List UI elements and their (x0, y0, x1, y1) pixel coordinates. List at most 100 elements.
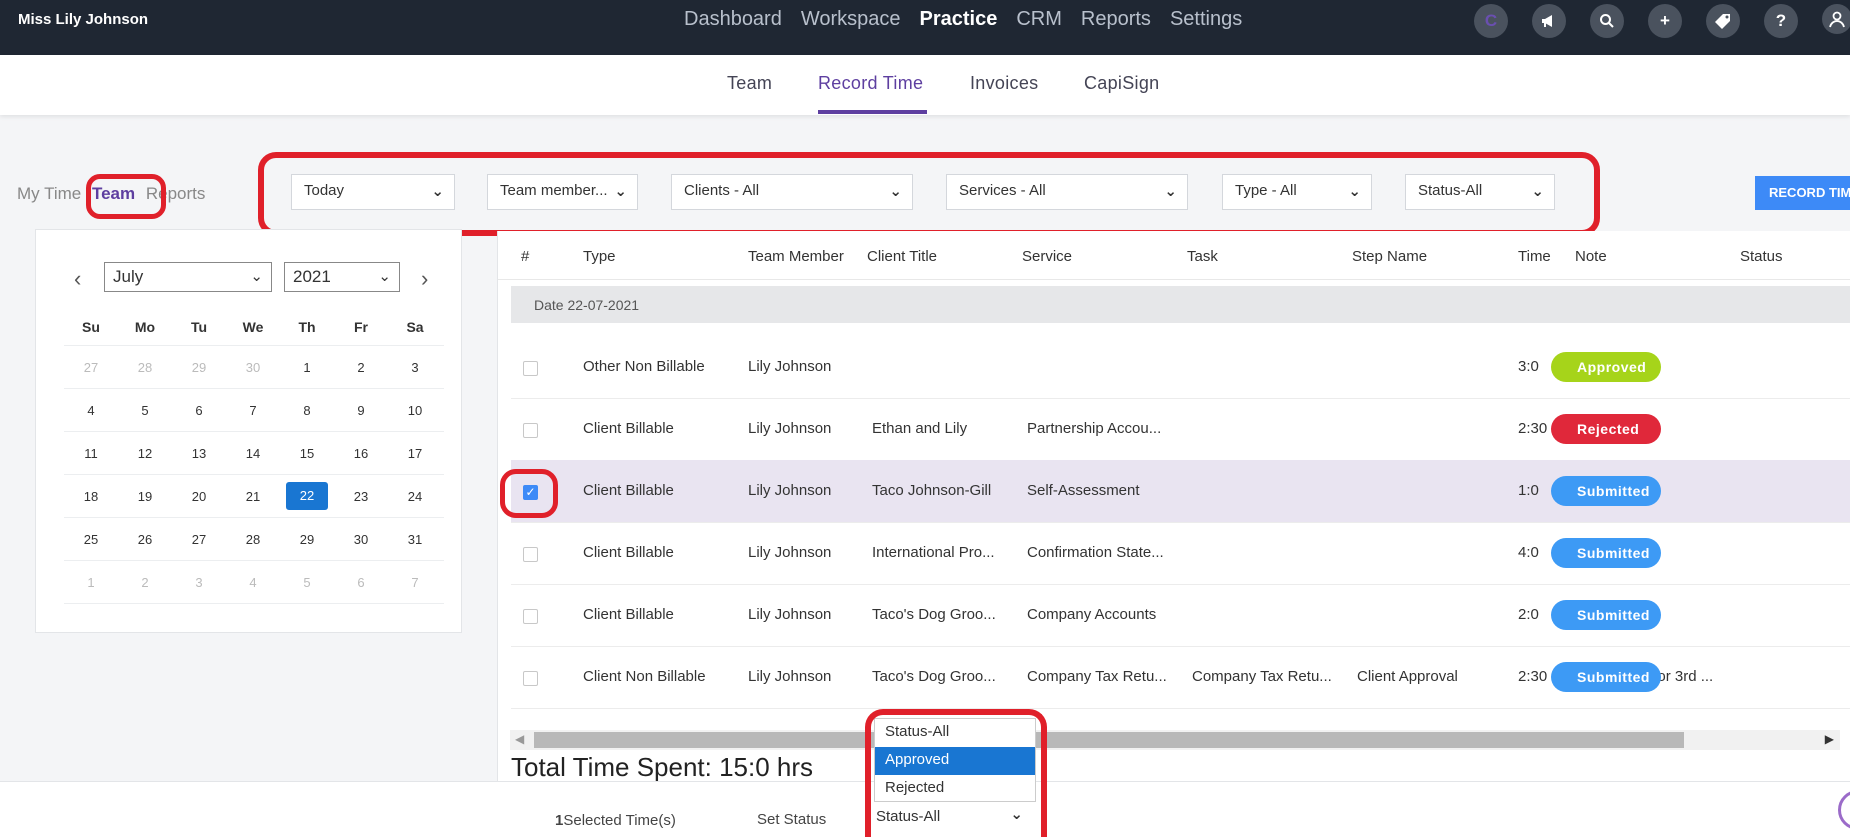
help-icon[interactable]: ? (1764, 4, 1798, 38)
scroll-thumb[interactable] (534, 732, 1684, 748)
row-checkbox[interactable] (523, 671, 538, 686)
calendar-week: 1 2 3 4 5 6 7 (64, 561, 444, 604)
record-time-button[interactable]: RECORD TIME (1755, 176, 1850, 210)
calendar-day[interactable]: 10 (388, 403, 442, 418)
calendar-day[interactable]: 26 (118, 532, 172, 547)
calendar-day-number: 20 (191, 488, 207, 504)
calendar-day[interactable]: 22 (280, 482, 334, 510)
tab-capisign[interactable]: CapiSign (1084, 73, 1159, 94)
year-select[interactable]: 2021 ⌄ (284, 262, 400, 292)
table-header: # Type Team Member Client Title Service … (498, 231, 1850, 280)
month-select[interactable]: July ⌄ (104, 262, 272, 292)
nav-workspace[interactable]: Workspace (801, 8, 901, 31)
calendar-day[interactable]: 13 (172, 446, 226, 461)
tab-invoices[interactable]: Invoices (970, 73, 1038, 94)
capium-logo-icon[interactable]: C (1474, 4, 1508, 38)
table-row[interactable]: Client Billable Lily Johnson Taco's Dog Gr… (511, 584, 1850, 647)
calendar-day[interactable]: 16 (334, 446, 388, 461)
horizontal-scrollbar[interactable]: ◀ ▶ (510, 730, 1840, 750)
table-row[interactable]: Client Billable Lily Johnson Ethan and Lil… (511, 398, 1850, 461)
scroll-left-icon[interactable]: ◀ (515, 732, 524, 746)
calendar-day[interactable]: 7 (388, 575, 442, 590)
type-value: Type - All (1235, 182, 1297, 199)
calendar-day[interactable]: 12 (118, 446, 172, 461)
calendar-day-number: 5 (303, 574, 311, 590)
period-select[interactable]: Today ⌄ (291, 174, 455, 210)
calendar-day[interactable]: 21 (226, 489, 280, 504)
calendar-day[interactable]: 2 (118, 575, 172, 590)
calendar-day[interactable]: 3 (388, 360, 442, 375)
table-row[interactable]: ✓ Client Billable Lily Johnson Taco Johnson… (511, 460, 1850, 523)
prev-month-icon[interactable]: ‹ (74, 266, 81, 292)
calendar-day[interactable]: 14 (226, 446, 280, 461)
scroll-right-icon[interactable]: ▶ (1825, 732, 1834, 746)
services-select[interactable]: Services - All ⌄ (946, 174, 1188, 210)
row-team-member: Lily Johnson (748, 606, 832, 623)
calendar-day[interactable]: 27 (64, 360, 118, 375)
calendar-day-number: 22 (286, 482, 328, 510)
calendar-day[interactable]: 27 (172, 532, 226, 547)
calendar-day[interactable]: 4 (64, 403, 118, 418)
row-type: Client Billable (583, 544, 674, 561)
calendar-day[interactable]: 29 (172, 360, 226, 375)
clients-select[interactable]: Clients - All ⌄ (671, 174, 913, 210)
calendar-day[interactable]: 6 (172, 403, 226, 418)
calendar-day[interactable]: 20 (172, 489, 226, 504)
status-filter-select[interactable]: Status-All ⌄ (1405, 174, 1555, 210)
calendar-day[interactable]: 5 (280, 575, 334, 590)
calendar-day[interactable]: 18 (64, 489, 118, 504)
calendar-day[interactable]: 15 (280, 446, 334, 461)
nav-settings[interactable]: Settings (1170, 8, 1242, 31)
calendar-day[interactable]: 3 (172, 575, 226, 590)
calendar-day[interactable]: 8 (280, 403, 334, 418)
table-row[interactable]: Other Non BillableLily Johnson3:0AdminAp… (511, 336, 1850, 399)
row-checkbox[interactable] (523, 423, 538, 438)
row-checkbox[interactable] (523, 547, 538, 562)
megaphone-icon[interactable] (1532, 4, 1566, 38)
calendar-day[interactable]: 24 (388, 489, 442, 504)
user-name[interactable]: Miss Lily Johnson (18, 11, 148, 28)
calendar-day[interactable]: 28 (118, 360, 172, 375)
plus-icon[interactable]: + (1648, 4, 1682, 38)
tag-icon[interactable] (1706, 4, 1740, 38)
row-checkbox[interactable] (523, 609, 538, 624)
calendar-day-number: 28 (137, 359, 153, 375)
user-icon[interactable] (1822, 4, 1850, 34)
tab-record-time[interactable]: Record Time (818, 73, 923, 94)
row-checkbox[interactable] (523, 361, 538, 376)
calendar-day[interactable]: 19 (118, 489, 172, 504)
calendar-day[interactable]: 11 (64, 446, 118, 461)
calendar-day[interactable]: 4 (226, 575, 280, 590)
next-month-icon[interactable]: › (421, 266, 428, 292)
tab-team[interactable]: Team (727, 73, 772, 94)
nav-practice[interactable]: Practice (920, 8, 998, 31)
calendar-day[interactable]: 17 (388, 446, 442, 461)
calendar-day[interactable]: 23 (334, 489, 388, 504)
tab-my-time[interactable]: My Time (17, 184, 81, 203)
type-select[interactable]: Type - All ⌄ (1222, 174, 1372, 210)
calendar-day[interactable]: 6 (334, 575, 388, 590)
nav-reports[interactable]: Reports (1081, 8, 1151, 31)
calendar-day[interactable]: 31 (388, 532, 442, 547)
calendar-day-number: 3 (411, 359, 419, 375)
row-service: Company Tax Retu... (1027, 668, 1167, 685)
calendar-day[interactable]: 1 (64, 575, 118, 590)
nav-dashboard[interactable]: Dashboard (684, 8, 782, 31)
calendar-day[interactable]: 30 (226, 360, 280, 375)
selected-count: 1Selected Time(s) (555, 812, 676, 829)
calendar-day[interactable]: 5 (118, 403, 172, 418)
calendar-day[interactable]: 25 (64, 532, 118, 547)
calendar-day[interactable]: 1 (280, 360, 334, 375)
calendar-day[interactable]: 2 (334, 360, 388, 375)
calendar-day[interactable]: 7 (226, 403, 280, 418)
calendar-day[interactable]: 30 (334, 532, 388, 547)
services-value: Services - All (959, 182, 1046, 199)
calendar-day[interactable]: 9 (334, 403, 388, 418)
table-row[interactable]: Client Billable Lily Johnson International… (511, 522, 1850, 585)
calendar-day[interactable]: 29 (280, 532, 334, 547)
search-icon[interactable] (1590, 4, 1624, 38)
nav-crm[interactable]: CRM (1016, 8, 1062, 31)
team-member-select[interactable]: Team member... ⌄ (487, 174, 638, 210)
calendar-day[interactable]: 28 (226, 532, 280, 547)
table-row[interactable]: Client Non Billable Lily Johnson Taco's Do… (511, 646, 1850, 709)
